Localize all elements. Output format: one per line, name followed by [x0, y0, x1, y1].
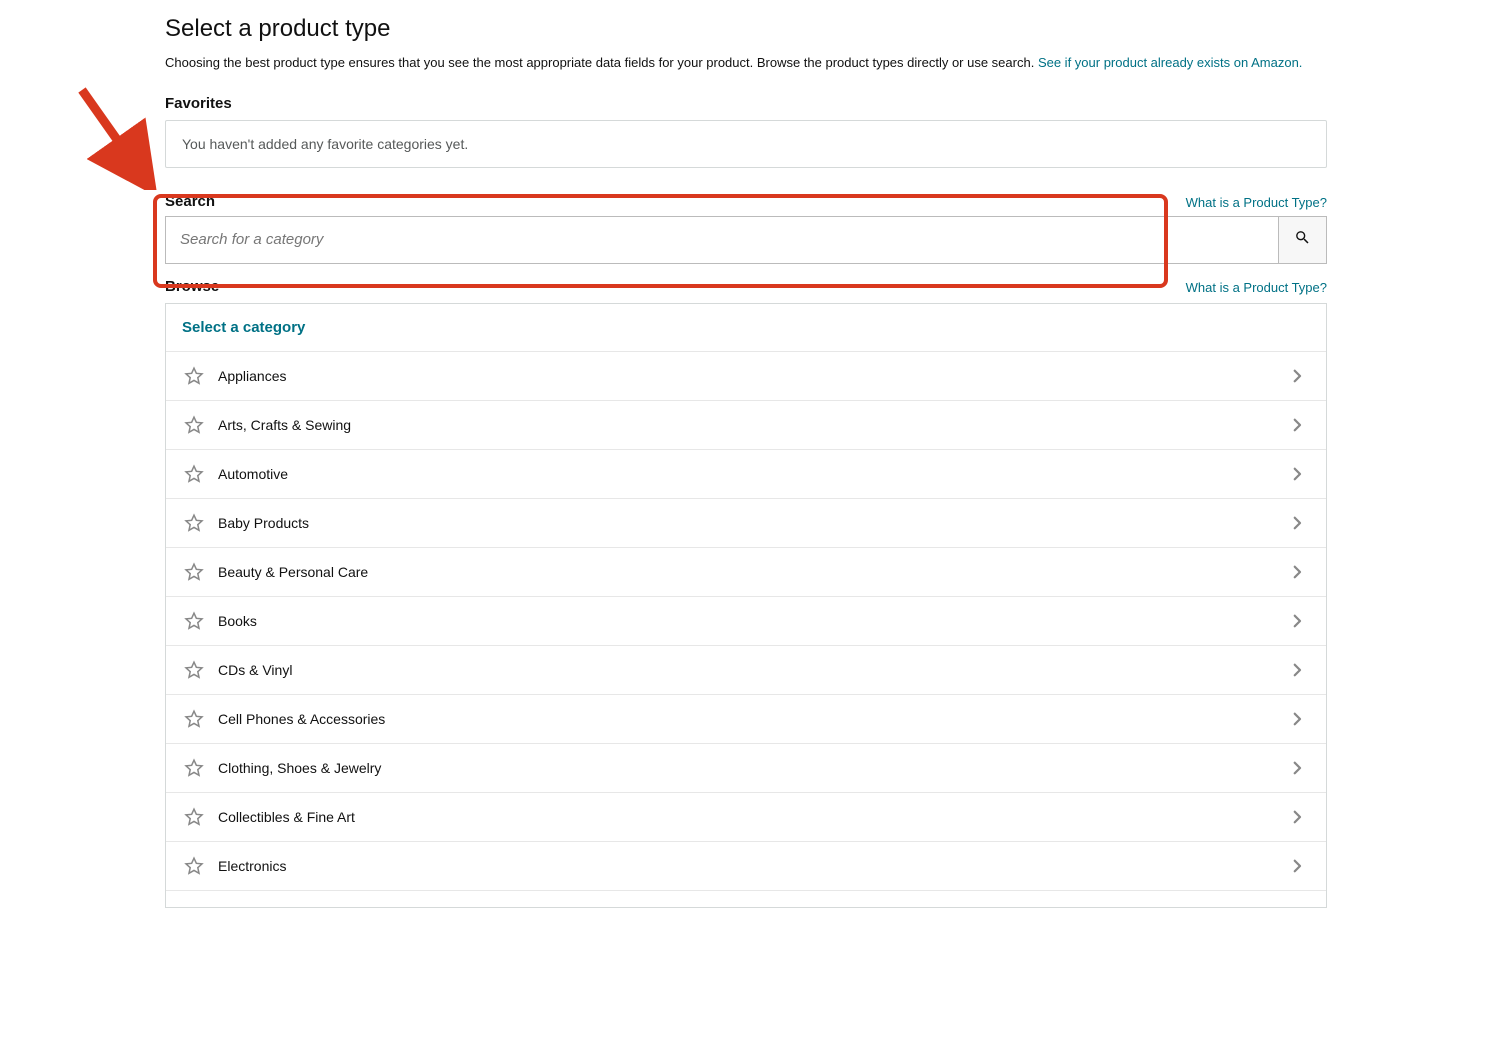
star-icon[interactable] — [184, 856, 204, 876]
select-category-header: Select a category — [166, 304, 1326, 352]
star-icon[interactable] — [184, 366, 204, 386]
chevron-right-icon — [1288, 367, 1306, 385]
star-icon[interactable] — [184, 415, 204, 435]
category-label: Beauty & Personal Care — [218, 564, 1288, 580]
chevron-right-icon — [1288, 661, 1306, 679]
category-label: Automotive — [218, 466, 1288, 482]
star-icon[interactable] — [184, 807, 204, 827]
category-label: Baby Products — [218, 515, 1288, 531]
star-icon[interactable] — [184, 660, 204, 680]
category-item[interactable]: CDs & Vinyl — [166, 646, 1326, 695]
category-label: Arts, Crafts & Sewing — [218, 417, 1288, 433]
existing-product-link[interactable]: See if your product already exists on Am… — [1038, 55, 1302, 70]
search-help-link[interactable]: What is a Product Type? — [1186, 195, 1327, 210]
search-icon — [1294, 229, 1311, 251]
category-item[interactable]: Baby Products — [166, 499, 1326, 548]
star-icon[interactable] — [184, 758, 204, 778]
star-icon[interactable] — [184, 709, 204, 729]
star-icon[interactable] — [184, 611, 204, 631]
favorites-empty-box: You haven't added any favorite categorie… — [165, 120, 1327, 168]
chevron-right-icon — [1288, 563, 1306, 581]
star-icon[interactable] — [184, 562, 204, 582]
category-label: Books — [218, 613, 1288, 629]
chevron-right-icon — [1288, 710, 1306, 728]
category-label: Cell Phones & Accessories — [218, 711, 1288, 727]
star-icon[interactable] — [184, 464, 204, 484]
favorites-heading: Favorites — [165, 95, 1327, 112]
chevron-right-icon — [1288, 514, 1306, 532]
category-item[interactable]: Collectibles & Fine Art — [166, 793, 1326, 842]
chevron-right-icon — [1288, 808, 1306, 826]
category-item[interactable]: Clothing, Shoes & Jewelry — [166, 744, 1326, 793]
category-label: Electronics — [218, 858, 1288, 874]
browse-help-link[interactable]: What is a Product Type? — [1186, 280, 1327, 295]
category-item[interactable]: Arts, Crafts & Sewing — [166, 401, 1326, 450]
browse-panel: Select a category Appliances Arts, Crafts… — [165, 303, 1327, 908]
category-label: Appliances — [218, 368, 1288, 384]
search-button[interactable] — [1279, 216, 1327, 264]
search-input[interactable] — [165, 216, 1279, 264]
category-label: CDs & Vinyl — [218, 662, 1288, 678]
category-item[interactable]: Automotive — [166, 450, 1326, 499]
category-list[interactable]: Appliances Arts, Crafts & Sewing Automotiv… — [166, 352, 1326, 907]
chevron-right-icon — [1288, 465, 1306, 483]
page-title: Select a product type — [165, 15, 1327, 43]
chevron-right-icon — [1288, 857, 1306, 875]
page-description: Choosing the best product type ensures t… — [165, 53, 1327, 73]
category-item[interactable]: Appliances — [166, 352, 1326, 401]
search-heading: Search — [165, 193, 215, 210]
category-item[interactable]: Electronics — [166, 842, 1326, 891]
category-item[interactable]: Beauty & Personal Care — [166, 548, 1326, 597]
chevron-right-icon — [1288, 759, 1306, 777]
category-label: Clothing, Shoes & Jewelry — [218, 760, 1288, 776]
chevron-right-icon — [1288, 416, 1306, 434]
category-item[interactable]: Cell Phones & Accessories — [166, 695, 1326, 744]
browse-heading: Browse — [165, 278, 219, 295]
category-item[interactable]: Books — [166, 597, 1326, 646]
description-text: Choosing the best product type ensures t… — [165, 55, 1038, 70]
category-label: Collectibles & Fine Art — [218, 809, 1288, 825]
chevron-right-icon — [1288, 612, 1306, 630]
star-icon[interactable] — [184, 513, 204, 533]
